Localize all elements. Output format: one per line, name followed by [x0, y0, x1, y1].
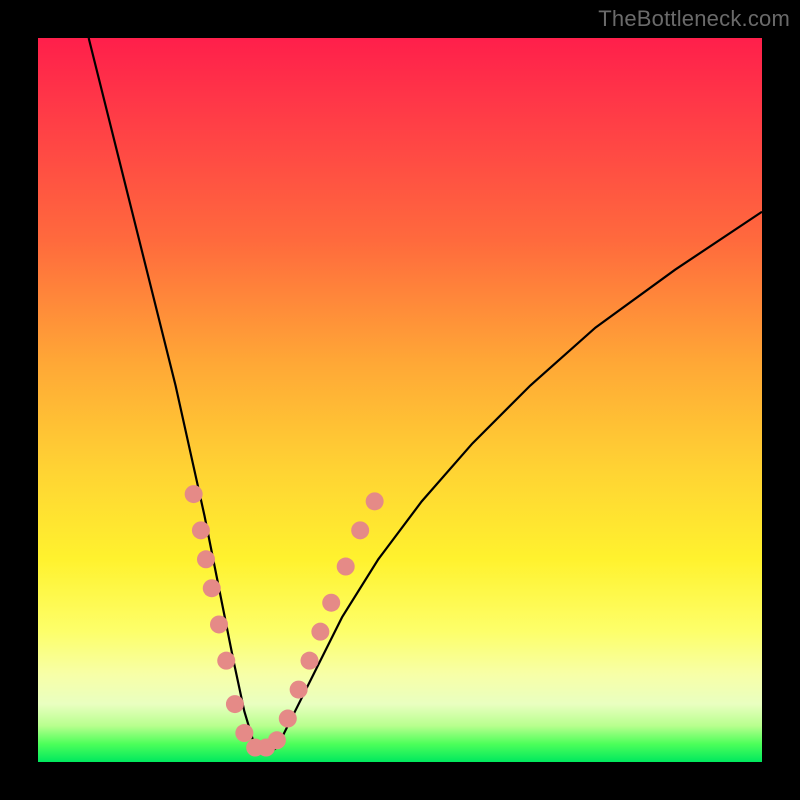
data-point	[210, 615, 228, 633]
data-point	[185, 485, 203, 503]
data-points	[185, 485, 384, 756]
data-point	[279, 710, 297, 728]
data-point	[301, 652, 319, 670]
data-point	[226, 695, 244, 713]
data-point	[337, 558, 355, 576]
data-point	[351, 521, 369, 539]
data-point	[322, 594, 340, 612]
data-point	[197, 550, 215, 568]
data-point	[217, 652, 235, 670]
bottleneck-curve	[89, 38, 762, 755]
data-point	[311, 623, 329, 641]
chart-svg	[38, 38, 762, 762]
data-point	[203, 579, 221, 597]
plot-area	[38, 38, 762, 762]
data-point	[366, 492, 384, 510]
data-point	[290, 681, 308, 699]
data-point	[235, 724, 253, 742]
chart-frame: TheBottleneck.com	[0, 0, 800, 800]
watermark-text: TheBottleneck.com	[598, 6, 790, 32]
data-point	[268, 731, 286, 749]
data-point	[192, 521, 210, 539]
